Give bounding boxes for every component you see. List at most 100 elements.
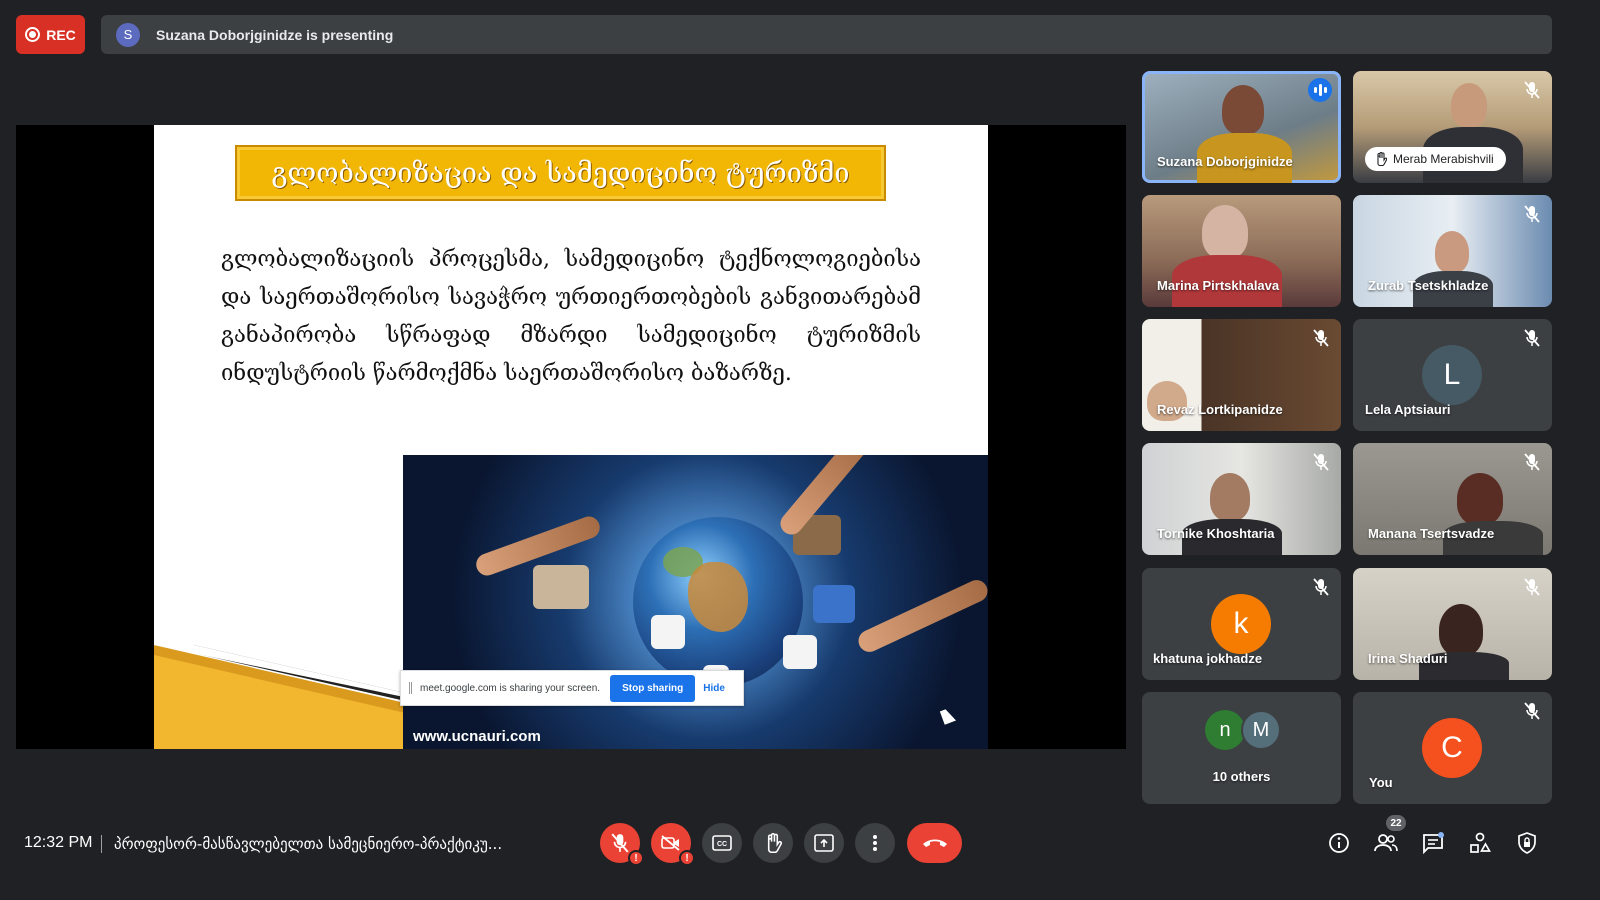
self-tile[interactable]: C You xyxy=(1353,692,1552,804)
raise-hand-button[interactable] xyxy=(753,823,793,863)
microphone-button[interactable]: ! xyxy=(600,823,644,866)
captions-button[interactable]: CC xyxy=(702,823,742,863)
slide-body: გლობალიზაციის პროცესმა, სამედიცინო ტექნო… xyxy=(221,247,921,386)
mic-off-icon xyxy=(1313,453,1329,471)
participant-tile[interactable]: Merab Merabishvili xyxy=(1353,71,1552,183)
record-icon xyxy=(25,27,41,42)
participant-name: Irina Shaduri xyxy=(1368,651,1448,666)
participant-tile[interactable]: Revaz Lortkipanidze xyxy=(1142,319,1341,431)
participant-tile[interactable]: Irina Shaduri xyxy=(1353,568,1552,680)
participant-tile[interactable]: Suzana Doborjginidze xyxy=(1142,71,1341,183)
mic-off-icon xyxy=(1524,578,1540,596)
participant-name: Marina Pirtskhalava xyxy=(1157,278,1280,293)
activities-button[interactable] xyxy=(1467,830,1493,856)
participant-name: Tornike Khoshtaria xyxy=(1157,526,1275,541)
mic-off-icon xyxy=(611,833,629,853)
self-avatar: C xyxy=(1422,718,1482,778)
hang-up-icon xyxy=(922,839,947,847)
participant-tile[interactable]: Zurab Tsetskhladze xyxy=(1353,195,1552,307)
participant-count-badge: 22 xyxy=(1386,815,1406,831)
participant-avatar: M xyxy=(1241,710,1281,750)
participant-video xyxy=(1202,205,1248,259)
participant-tile[interactable]: Tornike Khoshtaria xyxy=(1142,443,1341,555)
participant-name: Manana Tsertsvadze xyxy=(1368,526,1495,541)
participant-video xyxy=(1210,473,1250,521)
mic-off-icon xyxy=(1313,578,1329,596)
camera-button[interactable]: ! xyxy=(651,823,695,866)
puzzle-piece xyxy=(813,585,855,623)
mic-off-icon xyxy=(1524,329,1540,347)
info-icon xyxy=(1329,833,1349,853)
presenting-banner: S Suzana Doborjginidze is presenting xyxy=(101,15,1552,54)
meeting-title: პროფესორ-მასწავლებელთა სამეცნიერო-პრაქტი… xyxy=(114,835,503,853)
chat-button[interactable] xyxy=(1420,830,1446,856)
presenting-text: Suzana Doborjginidze is presenting xyxy=(156,26,394,43)
warning-badge-icon: ! xyxy=(628,850,644,866)
participant-tile[interactable]: Manana Tsertsvadze xyxy=(1353,443,1552,555)
others-label: 10 others xyxy=(1212,769,1271,784)
puzzle-piece xyxy=(651,615,685,649)
more-vert-icon xyxy=(873,835,877,851)
participant-video xyxy=(1222,85,1264,135)
participant-name: Lela Aptsiauri xyxy=(1365,402,1451,417)
leave-call-button[interactable] xyxy=(907,823,962,863)
globe-image xyxy=(633,517,803,687)
participant-tile[interactable]: k khatuna jokhadze xyxy=(1142,568,1341,680)
share-message: meet.google.com is sharing your screen. xyxy=(420,682,601,694)
participant-name: You xyxy=(1369,775,1393,790)
recording-label: REC xyxy=(46,26,76,43)
mic-off-icon xyxy=(1524,702,1540,720)
mic-off-icon xyxy=(1524,205,1540,223)
clock: 12:32 PM xyxy=(24,834,93,851)
participant-name: Zurab Tsetskhladze xyxy=(1368,278,1489,293)
participant-video xyxy=(1435,231,1469,273)
present-screen-icon xyxy=(814,834,834,852)
participant-name: khatuna jokhadze xyxy=(1153,651,1263,666)
drag-handle-icon[interactable] xyxy=(409,682,412,694)
stop-sharing-button[interactable]: Stop sharing xyxy=(610,674,696,702)
meeting-details-button[interactable] xyxy=(1326,830,1352,856)
participant-name: Suzana Doborjginidze xyxy=(1157,154,1293,169)
slide-decoration xyxy=(154,645,414,749)
warning-badge-icon: ! xyxy=(679,850,695,866)
participant-video xyxy=(1451,83,1487,127)
others-tile[interactable]: n M 10 others xyxy=(1142,692,1341,804)
participant-avatar: L xyxy=(1422,345,1482,405)
puzzle-piece xyxy=(783,635,817,669)
host-controls-button[interactable] xyxy=(1514,830,1540,856)
recording-indicator: REC xyxy=(16,15,85,54)
mic-off-icon xyxy=(1524,81,1540,99)
present-button[interactable] xyxy=(804,823,844,863)
raised-hand-badge: Merab Merabishvili xyxy=(1365,147,1506,171)
activities-icon xyxy=(1470,832,1491,853)
presentation-stage: გლობალიზაცია და სამედიცინო ტურიზმი გლობა… xyxy=(16,125,1126,749)
shield-lock-icon xyxy=(1518,832,1536,854)
raised-hand-icon xyxy=(767,833,782,853)
participant-name: Merab Merabishvili xyxy=(1393,152,1494,166)
participant-tile[interactable]: L Lela Aptsiauri xyxy=(1353,319,1552,431)
svg-text:CC: CC xyxy=(717,841,727,848)
participant-name: Revaz Lortkipanidze xyxy=(1157,402,1283,417)
puzzle-piece xyxy=(533,565,589,609)
raised-hand-icon xyxy=(1377,152,1387,166)
participant-video xyxy=(1439,604,1483,656)
participant-avatar: n xyxy=(1205,710,1245,750)
slide: გლობალიზაცია და სამედიცინო ტურიზმი გლობა… xyxy=(154,125,988,749)
mic-off-icon xyxy=(1524,453,1540,471)
speaking-indicator-icon xyxy=(1308,78,1332,102)
chat-icon xyxy=(1423,832,1444,854)
hide-button[interactable]: Hide xyxy=(703,683,725,694)
presenter-avatar: S xyxy=(116,22,140,47)
mic-off-icon xyxy=(1313,329,1329,347)
photo-watermark: www.ucnauri.com xyxy=(413,728,541,745)
slide-title: გლობალიზაცია და სამედიცინო ტურიზმი xyxy=(235,145,886,201)
more-options-button[interactable] xyxy=(855,823,895,863)
camera-off-icon xyxy=(661,835,680,851)
participant-video xyxy=(1457,473,1503,525)
screen-share-bar: meet.google.com is sharing your screen. … xyxy=(400,670,744,706)
people-button[interactable] xyxy=(1373,830,1399,856)
divider xyxy=(101,835,102,853)
participant-tile[interactable]: Marina Pirtskhalava xyxy=(1142,195,1341,307)
people-icon xyxy=(1374,834,1398,852)
hand-image xyxy=(854,576,988,656)
